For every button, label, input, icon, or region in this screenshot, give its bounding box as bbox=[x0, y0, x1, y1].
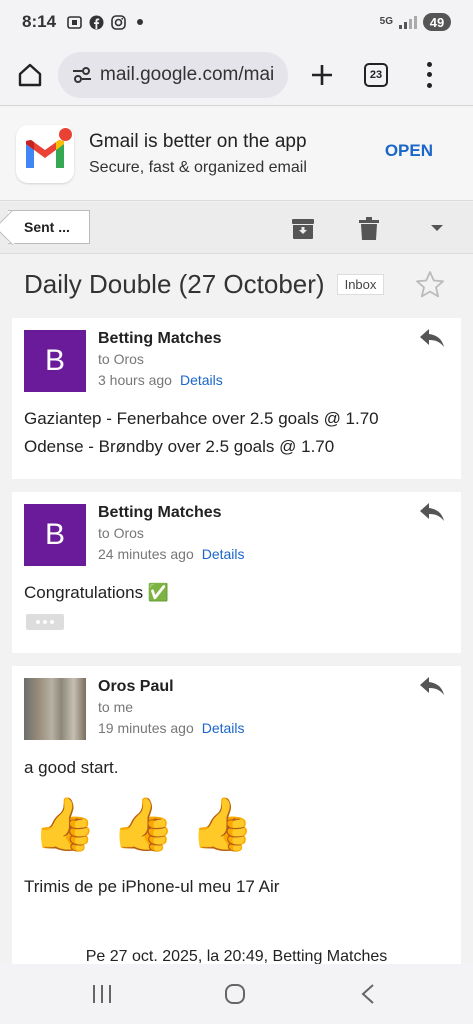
home-icon bbox=[18, 63, 42, 86]
open-app-button[interactable]: OPEN bbox=[385, 141, 433, 161]
reply-icon bbox=[420, 329, 444, 347]
reply-button[interactable] bbox=[419, 676, 447, 698]
message-card[interactable]: B Betting Matches to Oros 24 minutes ago… bbox=[12, 492, 461, 653]
back-to-sent-button[interactable]: Sent ... bbox=[8, 210, 90, 244]
show-trimmed-content-button[interactable] bbox=[26, 614, 64, 630]
sender-name: Betting Matches bbox=[98, 504, 222, 521]
reply-button[interactable] bbox=[419, 502, 447, 524]
reply-icon bbox=[420, 677, 444, 695]
promo-title: Gmail is better on the app bbox=[89, 130, 307, 152]
recipient-line: to Oros bbox=[98, 525, 144, 541]
thumbs-up-emoji: 👍👍👍 bbox=[32, 796, 269, 854]
browser-toolbar: mail.google.com/mai 23 bbox=[0, 44, 473, 106]
back-nav-button[interactable] bbox=[356, 982, 380, 1006]
timestamp: 24 minutes ago bbox=[98, 546, 194, 562]
body-line: Odense - Brøndby over 2.5 goals @ 1.70 bbox=[24, 437, 335, 456]
more-actions-dropdown[interactable] bbox=[431, 225, 443, 231]
reply-button[interactable] bbox=[419, 328, 447, 350]
address-bar[interactable]: mail.google.com/mai bbox=[58, 51, 288, 98]
promo-subtitle: Secure, fast & organized email bbox=[89, 158, 307, 176]
timestamp-row: 24 minutes ago Details bbox=[98, 546, 245, 562]
avatar: B bbox=[24, 330, 86, 392]
sender-name: Oros Paul bbox=[98, 678, 174, 695]
app-promo-banner: Gmail is better on the app Secure, fast … bbox=[0, 107, 473, 201]
reply-icon bbox=[420, 503, 444, 521]
sender-name: Betting Matches bbox=[98, 330, 222, 347]
mail-toolbar: Sent ... bbox=[0, 202, 473, 254]
notification-badge bbox=[59, 127, 72, 141]
details-link[interactable]: Details bbox=[180, 372, 223, 388]
status-bar: 8:14 5G 49 bbox=[0, 0, 473, 44]
new-tab-button[interactable] bbox=[308, 61, 336, 89]
system-nav-bar bbox=[0, 964, 473, 1024]
timestamp: 19 minutes ago bbox=[98, 720, 194, 736]
browser-menu-button[interactable] bbox=[424, 61, 434, 88]
home-button[interactable] bbox=[10, 55, 50, 95]
url-text: mail.google.com/mai bbox=[100, 63, 275, 85]
timestamp-row: 3 hours ago Details bbox=[98, 372, 223, 388]
signature-line: Trimis de pe iPhone-ul meu 17 Air bbox=[24, 877, 280, 896]
archive-button[interactable] bbox=[290, 216, 316, 242]
tab-switcher-button[interactable]: 23 bbox=[364, 62, 388, 87]
message-body: Congratulations ✅ bbox=[24, 583, 169, 602]
status-time: 8:14 bbox=[22, 12, 57, 31]
recent-apps-button[interactable] bbox=[90, 982, 114, 1006]
star-button[interactable] bbox=[415, 270, 445, 303]
details-link[interactable]: Details bbox=[202, 720, 245, 736]
inbox-label[interactable]: Inbox bbox=[336, 273, 385, 295]
timestamp-row: 19 minutes ago Details bbox=[98, 720, 245, 736]
network-label: 5G bbox=[379, 16, 393, 27]
instagram-icon bbox=[110, 14, 126, 30]
details-link[interactable]: Details bbox=[202, 546, 245, 562]
timestamp: 3 hours ago bbox=[98, 372, 172, 388]
back-chevron-icon bbox=[361, 984, 374, 1004]
message-body: a good start. bbox=[24, 758, 119, 777]
delete-button[interactable] bbox=[356, 216, 382, 242]
avatar-photo bbox=[24, 678, 86, 740]
signal-icon bbox=[399, 15, 417, 29]
notification-dot-icon bbox=[132, 14, 148, 30]
body-line: Gaziantep - Fenerbahce over 2.5 goals @ … bbox=[24, 409, 379, 428]
plus-icon bbox=[312, 64, 332, 85]
archive-icon bbox=[292, 219, 314, 239]
home-circle-icon bbox=[225, 984, 245, 1004]
star-icon bbox=[416, 271, 444, 298]
site-settings-icon bbox=[73, 66, 91, 83]
thread-header: Daily Double (27 October) Inbox bbox=[0, 255, 473, 313]
recipient-line: to me bbox=[98, 699, 134, 715]
trash-icon bbox=[359, 217, 379, 240]
message-card[interactable]: B Betting Matches to Oros 3 hours ago Det… bbox=[12, 318, 461, 479]
thread-subject: Daily Double (27 October) bbox=[24, 268, 325, 299]
screenshot-icon bbox=[66, 14, 82, 30]
gmail-logo bbox=[16, 124, 74, 183]
battery-indicator: 49 bbox=[423, 13, 451, 31]
recent-apps-icon bbox=[93, 985, 111, 1003]
message-body: Gaziantep - Fenerbahce over 2.5 goals @ … bbox=[24, 405, 379, 461]
facebook-icon bbox=[88, 14, 104, 30]
avatar: B bbox=[24, 504, 86, 566]
recipient-line: to Oros bbox=[98, 351, 144, 367]
back-label: Sent ... bbox=[24, 219, 70, 235]
home-nav-button[interactable] bbox=[223, 982, 247, 1006]
message-card[interactable]: Oros Paul to me 19 minutes ago Details a … bbox=[12, 666, 461, 966]
